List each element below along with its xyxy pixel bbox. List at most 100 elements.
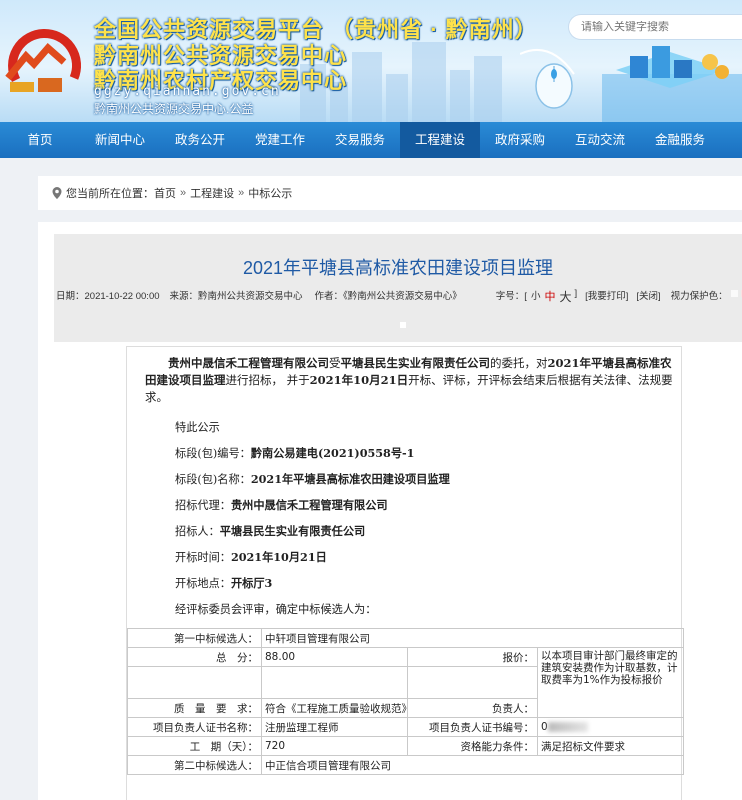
table-row: 第二中标候选人： 中正信合项目管理有限公司 (127, 755, 685, 775)
empty-cell (407, 666, 538, 699)
article-source: 来源：黔南州公共资源交易中心 (169, 291, 303, 302)
breadcrumb-prefix: 您当前所在位置： (66, 188, 154, 200)
table-row: 总 分： 88.00 报价： 以本项目审计部门最终审定的建筑安装费作为计取基数，… (127, 647, 685, 718)
cert-no-text: 0 (541, 721, 548, 733)
breadcrumb-home-link[interactable]: 首页 (154, 185, 176, 201)
font-size-label: 字号：[ (495, 291, 527, 302)
second-candidate-label: 第二中标候选人： (127, 755, 262, 775)
notice-text: 特此公示 (175, 421, 220, 434)
field-label: 招标人： (175, 525, 220, 538)
period-value: 720 (261, 736, 408, 756)
field-value: 开标厅3 (230, 576, 273, 590)
font-size-close: ] (574, 288, 578, 299)
article-body: 贵州中晟信禾工程管理有限公司受平塘县民生实业有限责任公司的委托，对2021年平塘… (126, 346, 685, 800)
font-size-small-link[interactable]: 小 (531, 288, 541, 305)
conclusion-text: 经评标委员会评审，确定中标候选人为： (175, 603, 377, 616)
table-row: 工 期（天）： 720 资格能力条件： 满足招标文件要求 (127, 736, 685, 756)
nav-item-construction[interactable]: 工程建设 (400, 122, 480, 158)
table-row: 项目负责人证书名称： 注册监理工程师 项目负责人证书编号： 0 (127, 717, 685, 737)
font-size-big-link[interactable]: 大 (559, 288, 571, 305)
site-logo-icon[interactable] (4, 20, 86, 98)
cert-name-value: 注册监理工程师 (261, 717, 408, 737)
field-value: 2021年10月21日 (230, 550, 327, 564)
close-link[interactable]: [关闭] (636, 288, 660, 305)
intro-paragraph: 贵州中晟信禾工程管理有限公司受平塘县民生实业有限责任公司的委托，对2021年平塘… (145, 355, 679, 406)
agency-name: 贵州中晟信禾工程管理有限公司 (168, 356, 329, 370)
main-nav: 首页 新闻中心 政务公开 党建工作 交易服务 工程建设 政府采购 互动交流 金融… (0, 122, 742, 158)
site-org-label: 黔南州公共资源交易中心.公益 (94, 102, 254, 116)
eye-care-swatch[interactable] (730, 289, 738, 297)
manager-label: 负责人： (407, 698, 538, 718)
field-section-no: 标段(包)编号：黔南公易建电(2021)0558号-1 (175, 445, 414, 461)
qualification-value: 满足招标文件要求 (536, 736, 685, 756)
field-label: 开标地点： (175, 577, 231, 590)
field-open-place: 开标地点：开标厅3 (175, 575, 272, 591)
city-silhouette (386, 74, 408, 122)
font-size-mid-link[interactable]: 中 (544, 288, 555, 305)
city-silhouette (474, 56, 502, 122)
field-value: 贵州中晟信禾工程管理有限公司 (230, 498, 388, 512)
print-link[interactable]: [我要打印] (585, 288, 628, 305)
decorative-dot (400, 322, 406, 328)
intro-text: 的委托，对 (490, 356, 548, 370)
article-meta: 日期：2021-10-22 00:00 来源：黔南州公共资源交易中心 作者：《黔… (54, 288, 742, 305)
site-domain: ggzy.qiannan.gov.cn (94, 84, 281, 99)
search-box (568, 14, 742, 40)
score-label: 总 分： (127, 647, 262, 667)
candidate-table: 第一中标候选人： 中轩项目管理有限公司 总 分： 88.00 报价： 以本项目审… (127, 628, 685, 775)
nav-item-home[interactable]: 首页 (0, 122, 80, 158)
table-row: 第一中标候选人： 中轩项目管理有限公司 (127, 628, 685, 648)
nav-item-finance[interactable]: 金融服务 (640, 122, 720, 158)
field-label: 开标时间： (175, 551, 231, 564)
field-agency: 招标代理：贵州中晟信禾工程管理有限公司 (175, 497, 388, 513)
nav-item-interaction[interactable]: 互动交流 (560, 122, 640, 158)
price-label: 报价： (407, 647, 538, 667)
second-candidate-value: 中正信合项目管理有限公司 (260, 755, 685, 775)
breadcrumb-separator: » (238, 187, 245, 199)
eye-care-label: 视力保护色： (670, 291, 728, 302)
nav-item-gov-affairs[interactable]: 政务公开 (160, 122, 240, 158)
nav-item-trade-service[interactable]: 交易服务 (320, 122, 400, 158)
article-date: 日期：2021-10-22 00:00 (56, 291, 160, 302)
breadcrumb: 您当前所在位置： 首页 » 工程建设 » 中标公示 (38, 176, 742, 210)
field-label: 招标代理： (175, 499, 231, 512)
eye-care-swatches (728, 288, 742, 305)
content-panel: 2021年平塘县高标准农田建设项目监理 日期：2021-10-22 00:00 … (38, 222, 742, 800)
field-section-name: 标段(包)名称：2021年平塘县高标准农田建设项目监理 (175, 471, 450, 487)
redacted-blur (547, 722, 588, 732)
period-label: 工 期（天）： (127, 736, 262, 756)
first-candidate-label: 第一中标候选人： (127, 628, 262, 648)
field-tenderer: 招标人：平塘县民生实业有限责任公司 (175, 523, 365, 539)
nav-item-party[interactable]: 党建工作 (240, 122, 320, 158)
nav-item-procurement[interactable]: 政府采购 (480, 122, 560, 158)
first-candidate-value: 中轩项目管理有限公司 (260, 628, 685, 648)
breadcrumb-separator: » (180, 187, 187, 199)
article-header: 2021年平塘县高标准农田建设项目监理 日期：2021-10-22 00:00 … (54, 234, 742, 342)
field-value: 黔南公易建电(2021)0558号-1 (250, 446, 415, 460)
empty-cell (127, 666, 262, 699)
cert-name-label: 项目负责人证书名称： (127, 717, 262, 737)
nav-item-news[interactable]: 新闻中心 (80, 122, 160, 158)
score-value: 88.00 (261, 647, 408, 667)
mouse-illustration-icon (520, 46, 742, 122)
field-open-time: 开标时间：2021年10月21日 (175, 549, 327, 565)
field-label: 标段(包)编号： (175, 447, 251, 460)
city-silhouette (450, 70, 470, 122)
city-silhouette (412, 42, 446, 122)
breadcrumb-construction-link[interactable]: 工程建设 (190, 185, 234, 201)
empty-cell (261, 666, 408, 699)
cert-no-label: 项目负责人证书编号： (407, 717, 538, 737)
intro-text: 进行招标， 并于 (225, 373, 310, 387)
open-date: 2021年10月21日 (309, 373, 409, 387)
field-value: 平塘县民生实业有限责任公司 (219, 524, 366, 538)
header-banner: 全国公共资源交易平台 （贵州省 · 黔南州） 黔南州公共资源交易中心 黔南州农村… (0, 0, 742, 122)
location-pin-icon (52, 187, 62, 199)
field-value: 2021年平塘县高标准农田建设项目监理 (250, 472, 450, 486)
quality-value: 符合《工程施工质量验收规范》 (261, 698, 408, 718)
tenderer-name: 平塘县民生实业有限责任公司 (340, 356, 491, 370)
page-title: 2021年平塘县高标准农田建设项目监理 (242, 258, 554, 278)
price-value: 以本项目审计部门最终审定的建筑安装费作为计取基数，计取费率为1%作为投标报价 (536, 647, 685, 718)
city-silhouette (352, 52, 382, 122)
search-input[interactable] (581, 21, 731, 33)
breadcrumb-award-notice-link[interactable]: 中标公示 (248, 185, 292, 201)
